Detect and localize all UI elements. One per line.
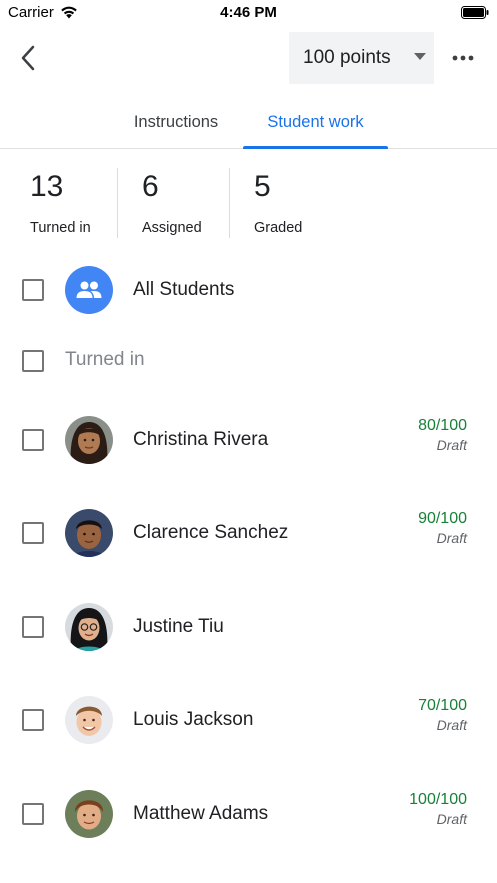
section-checkbox[interactable]: [22, 350, 44, 372]
all-students-checkbox[interactable]: [22, 279, 44, 301]
student-row[interactable]: Justine Tiu: [0, 599, 497, 663]
student-avatar: [65, 603, 113, 651]
points-dropdown[interactable]: 100 points: [289, 32, 434, 84]
student-checkbox[interactable]: [22, 803, 44, 825]
stat-turned-in-count: 13: [30, 170, 64, 203]
student-checkbox[interactable]: [22, 522, 44, 544]
all-students-label: All Students: [133, 279, 235, 300]
stat-assigned-label: Assigned: [142, 220, 202, 236]
stat-graded-label: Graded: [254, 220, 303, 236]
tab-instructions[interactable]: Instructions: [112, 96, 240, 148]
grade-status: Draft: [436, 530, 467, 546]
avatar-louis-icon: [65, 696, 113, 744]
student-checkbox[interactable]: [22, 709, 44, 731]
stat-divider: [229, 168, 230, 238]
stat-graded-count: 5: [254, 170, 271, 203]
student-name: Clarence Sanchez: [133, 522, 289, 543]
student-avatar: [65, 696, 113, 744]
student-name: Louis Jackson: [133, 709, 254, 730]
status-bar: Carrier 4:46 PM: [0, 0, 497, 26]
stat-turned-in-label: Turned in: [30, 220, 91, 236]
tab-bar: Instructions Student work: [0, 96, 497, 149]
student-name: Justine Tiu: [133, 616, 224, 637]
student-checkbox[interactable]: [22, 616, 44, 638]
battery-icon: [461, 6, 489, 19]
avatar-matthew-icon: [65, 790, 113, 838]
student-grade[interactable]: 70/100: [418, 697, 467, 715]
student-grade[interactable]: 90/100: [418, 510, 467, 528]
stats-summary: 13 Turned in 6 Assigned 5 Graded: [0, 166, 497, 240]
all-students-row[interactable]: All Students: [0, 263, 497, 319]
avatar-justine-icon: [65, 603, 113, 651]
tab-selected-indicator: [243, 146, 388, 149]
student-grade[interactable]: 100/100: [409, 791, 467, 809]
student-avatar: [65, 416, 113, 464]
section-turned-in: Turned in: [0, 342, 497, 382]
stat-assigned-count: 6: [142, 170, 159, 203]
tab-student-work[interactable]: Student work: [243, 96, 388, 148]
group-icon: [76, 281, 102, 298]
student-checkbox[interactable]: [22, 429, 44, 451]
more-options-button[interactable]: [446, 44, 480, 72]
student-avatar: [65, 509, 113, 557]
student-row[interactable]: Clarence Sanchez 90/100 Draft: [0, 505, 497, 569]
status-time: 4:46 PM: [220, 4, 277, 21]
student-grade[interactable]: 80/100: [418, 417, 467, 435]
group-avatar: [65, 266, 113, 314]
points-label: 100 points: [303, 47, 391, 68]
back-button[interactable]: [12, 40, 44, 76]
student-row[interactable]: Matthew Adams 100/100 Draft: [0, 786, 497, 850]
section-label: Turned in: [65, 349, 145, 370]
caret-down-icon: [414, 53, 426, 60]
student-row[interactable]: Christina Rivera 80/100 Draft: [0, 412, 497, 476]
more-horizontal-icon: [452, 55, 474, 61]
back-arrow-icon: [21, 45, 35, 71]
stat-divider: [117, 168, 118, 238]
grade-status: Draft: [436, 717, 467, 733]
student-name: Christina Rivera: [133, 429, 269, 450]
student-name: Matthew Adams: [133, 803, 269, 824]
grade-status: Draft: [436, 437, 467, 453]
avatar-clarence-icon: [65, 509, 113, 557]
grade-status: Draft: [436, 811, 467, 827]
avatar-christina-icon: [65, 416, 113, 464]
student-row[interactable]: Louis Jackson 70/100 Draft: [0, 692, 497, 756]
student-avatar: [65, 790, 113, 838]
